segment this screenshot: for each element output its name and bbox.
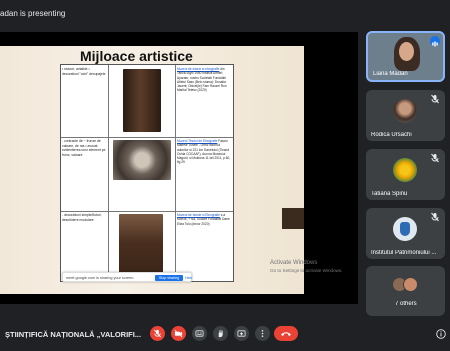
- info-icon[interactable]: [436, 329, 446, 339]
- participant-name: Institutul Patrimoniului ...: [371, 250, 437, 256]
- table-cell-source: Muzeul de Istorie si Etnografie s-a Morl…: [175, 211, 233, 281]
- screen-share-notice: meet.google.com is sharing your screen. …: [62, 272, 192, 282]
- speaking-indicator-icon: [430, 36, 440, 47]
- hide-share-notice-button[interactable]: Hide: [185, 275, 192, 281]
- mic-off-icon: [154, 329, 161, 338]
- shared-slide: Mijloace artistice • stucuri, avtalkie •…: [0, 46, 304, 294]
- top-bar: adan is presenting: [0, 0, 450, 26]
- table-cell-notes: • stucuri, avtalkie • decoratiuni "ochi"…: [61, 65, 109, 137]
- presenting-banner: adan is presenting: [0, 9, 66, 18]
- institute-logo: [400, 222, 410, 236]
- participant-name: Rodica Ursachi: [371, 132, 412, 138]
- table-cell-source: Muzeul Tinutul de Etnografie Fasciu Matr…: [175, 137, 233, 211]
- participant-name: Tatiana Spinu: [371, 191, 408, 197]
- participant-tile-rodica[interactable]: Rodica Ursachi: [366, 90, 445, 141]
- captions-button[interactable]: [192, 326, 207, 341]
- participant-tile-institutul[interactable]: Institutul Patrimoniului ...: [366, 208, 445, 259]
- more-vert-icon: [261, 329, 264, 338]
- table-cell-image: [109, 137, 176, 211]
- mic-off-icon: [431, 153, 439, 163]
- captions-icon: [195, 330, 204, 337]
- mic-toggle-button[interactable]: [150, 326, 165, 341]
- present-screen-icon: [237, 330, 246, 337]
- others-count: 7 others: [395, 301, 417, 307]
- mic-off-icon: [431, 94, 439, 104]
- table-cell-source: Muzeul de istorie si etnografie din Tanc…: [175, 65, 233, 137]
- decorative-arrow-block: [282, 208, 304, 229]
- table-cell-image: [109, 65, 176, 137]
- wardrobe-image: [123, 69, 161, 132]
- leave-call-button[interactable]: [274, 326, 298, 341]
- avatar: [393, 217, 417, 241]
- table-row: • stucuri, avtalkie • decoratiuni "ochi"…: [61, 65, 233, 138]
- slide-title: Mijloace artistice: [80, 48, 193, 64]
- activation-watermark: Activate Windows Go to Settings to activ…: [270, 260, 343, 274]
- avatar: [403, 277, 418, 292]
- table-cell-image: [109, 211, 176, 281]
- slide-table: • stucuri, avtalkie • decoratiuni "ochi"…: [60, 64, 234, 282]
- source-text: Fasciu Matrele Tonele - Orbic Istoricul …: [177, 139, 231, 165]
- mic-off-icon: [431, 212, 439, 222]
- table-row: - decoratiuni simple/fluturi, deschidere…: [61, 211, 233, 281]
- others-tile[interactable]: 7 others: [366, 266, 445, 316]
- watermark-line-1: Activate Windows: [270, 260, 318, 266]
- more-options-button[interactable]: [255, 326, 270, 341]
- avatar: [393, 158, 417, 182]
- hang-up-icon: [281, 332, 291, 336]
- watermark-line-2: Go to Settings to activate Windows.: [270, 268, 343, 273]
- cabinet-image: [119, 214, 163, 276]
- raise-hand-button[interactable]: [213, 326, 228, 341]
- table-cell-notes: - contracte de ~ frunze de valoare, de r…: [61, 137, 109, 211]
- participant-tile-tatiana[interactable]: Tatiana Spinu: [366, 149, 445, 200]
- source-text: din Tanctu Agrii 1950 Instituit Altmel; …: [177, 67, 227, 93]
- participant-name: Liana Madan: [373, 71, 408, 77]
- control-bar: ȘTIINȚIFICĂ NAȚIONALĂ „VALORIFI...: [0, 313, 450, 351]
- avatar: [393, 99, 417, 123]
- hand-icon: [218, 329, 223, 338]
- stop-sharing-button[interactable]: Stop sharing: [155, 275, 183, 281]
- camera-off-icon: [174, 330, 183, 338]
- table-cell-notes: - decoratiuni simple/fluturi, deschidere…: [61, 211, 109, 281]
- present-now-button[interactable]: [234, 326, 249, 341]
- carved-panel-image: [113, 140, 171, 180]
- meeting-title: ȘTIINȚIFICĂ NAȚIONALĂ „VALORIFI...: [5, 330, 142, 339]
- participant-face: [399, 42, 414, 61]
- participant-tile-liana[interactable]: Liana Madan: [366, 31, 445, 82]
- table-row: - contracte de ~ frunze de valoare, de r…: [61, 137, 233, 212]
- camera-toggle-button[interactable]: [171, 326, 186, 341]
- screen-share-text: meet.google.com is sharing your screen.: [66, 276, 135, 280]
